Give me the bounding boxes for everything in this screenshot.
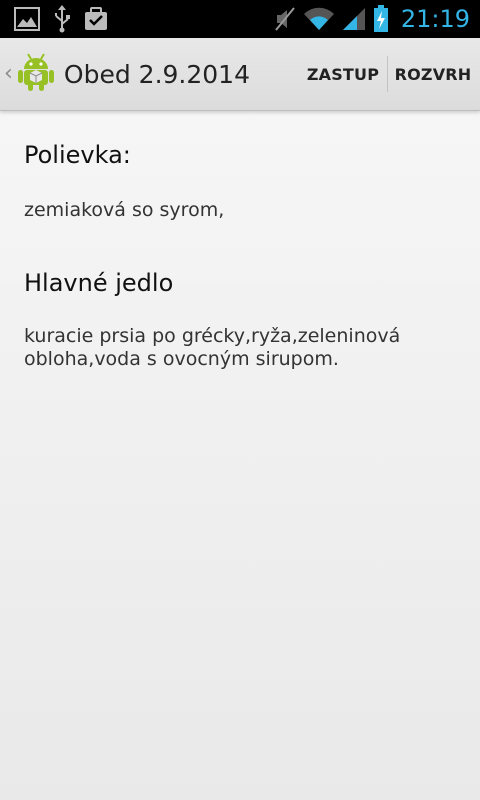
soup-heading: Polievka: [24, 141, 131, 169]
zastup-button[interactable]: ZASTUP [300, 38, 386, 110]
usb-icon [52, 5, 72, 33]
main-course-text: kuracie prsia po grécky,ryža,zeleninová … [24, 325, 401, 370]
rozvrh-button[interactable]: ROZVRH [390, 38, 476, 110]
main-course-heading: Hlavné jedlo [24, 269, 174, 297]
battery-charging-icon [373, 5, 389, 33]
gallery-icon [14, 7, 40, 31]
wifi-icon [303, 6, 335, 32]
soup-text: zemiaková so syrom, [24, 199, 225, 221]
back-caret-icon: ‹ [4, 61, 13, 86]
action-divider [387, 56, 388, 92]
status-bar: 21:19 [0, 0, 480, 38]
up-navigation-button[interactable]: ‹ Obed 2.9.2014 [0, 38, 250, 110]
action-bar: ‹ Obed 2.9.2014 ZASTUP ROZVRH [0, 38, 480, 111]
android-icon [17, 52, 54, 96]
status-bar-right: 21:19 [273, 3, 470, 35]
task-check-icon [84, 7, 108, 31]
mute-icon [273, 6, 297, 32]
signal-icon [341, 6, 367, 32]
status-clock: 21:19 [400, 5, 470, 33]
page-title: Obed 2.9.2014 [63, 59, 250, 89]
status-bar-left [14, 5, 108, 33]
